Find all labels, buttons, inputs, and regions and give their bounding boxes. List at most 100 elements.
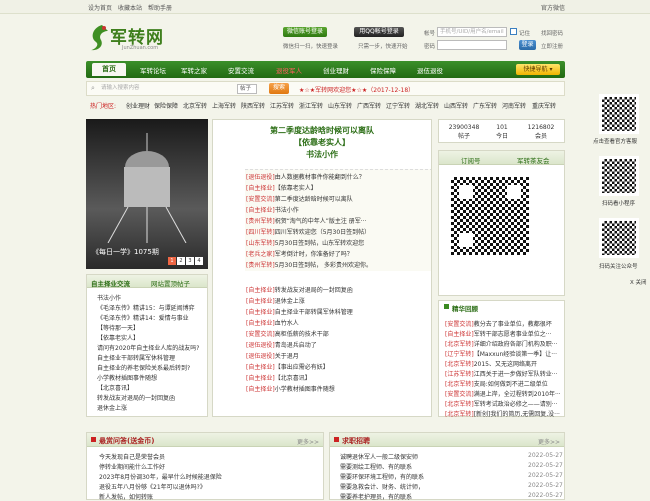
account-input[interactable]: 手机号/UID/用户名/email: [437, 27, 507, 37]
register-now-link[interactable]: 立即注册: [541, 42, 563, 50]
list-item[interactable]: 书法小作: [97, 293, 121, 302]
hot-item[interactable]: 广西军转: [357, 101, 381, 110]
tab-pinned-posts[interactable]: 网站置顶帖子: [151, 278, 190, 288]
top-link-wechat[interactable]: 官方微信: [541, 3, 565, 12]
list-item[interactable]: 停转业期间能什么工作好: [99, 462, 165, 471]
list-item[interactable]: [四川军转]四川军转欢迎您（5月30日签到帖）: [246, 227, 370, 236]
list-item[interactable]: [自主择业]【事出应需必有妖】: [246, 362, 329, 371]
login-button[interactable]: 登录: [519, 40, 536, 50]
list-item[interactable]: [北京军转][新创]我们的简历,无需回复,没···: [445, 409, 560, 418]
list-item[interactable]: [退伍退役]由人数据教材事件你能翻到什么？: [246, 172, 365, 181]
list-item[interactable]: [自主择业]【北京喜讯】: [246, 373, 311, 382]
slider-page[interactable]: 4: [195, 257, 203, 265]
list-item[interactable]: 《毛泽东传》精讲14：爱情与事业: [97, 313, 189, 322]
top-link-home[interactable]: 设为首页: [88, 3, 112, 12]
slider-page[interactable]: 2: [177, 257, 185, 265]
hot-item[interactable]: 湖北军转: [415, 101, 439, 110]
list-item[interactable]: [自主择业]小学教材插图事件随想: [246, 384, 335, 393]
nav-item[interactable]: 军转之家: [181, 65, 207, 75]
tab-self-employment[interactable]: 自主择业交流: [91, 278, 130, 288]
find-password-link[interactable]: 找回密码: [541, 29, 563, 37]
list-item[interactable]: [自主择业]【依靠老实人】: [246, 183, 317, 192]
hot-item[interactable]: 江苏军转: [270, 101, 294, 110]
tab-tea-club[interactable]: 军转茶友会: [517, 155, 550, 165]
hot-item[interactable]: 上海军转: [212, 101, 236, 110]
close-sidebar-button[interactable]: X 关闭: [630, 278, 647, 286]
list-item[interactable]: [北京军转]军转考试政治必修之——请别···: [445, 399, 557, 408]
nav-item[interactable]: 退伍退役: [417, 65, 443, 75]
service-qr-label[interactable]: 点击查看官方客服: [593, 137, 637, 145]
hot-item[interactable]: 浙江军转: [299, 101, 323, 110]
list-item[interactable]: [老兵之家]军考倒计时，你准备好了吗？: [246, 249, 353, 258]
list-item[interactable]: [北京军转]2015、又无这网络离开: [445, 359, 537, 368]
qq-login-button[interactable]: 用QQ帐号登录: [354, 27, 404, 37]
remember-checkbox[interactable]: [510, 28, 517, 35]
list-item[interactable]: 请问有2020年自主择业人库的战友吗?: [97, 343, 199, 352]
official-account-qr-label[interactable]: 扫码关注公众号: [599, 262, 638, 270]
jobs-more-link[interactable]: 更多>>: [538, 437, 560, 446]
slider-image[interactable]: 《每日一学》1075期 1 2 3 4: [86, 119, 208, 269]
nav-home[interactable]: 首页: [92, 63, 126, 76]
list-item[interactable]: 2023年8月份调30年，最早什么时候能退保险: [99, 472, 222, 481]
hot-item[interactable]: 山西军转: [444, 101, 468, 110]
list-item[interactable]: [安置交流]第二季度达龄晗时候可以离队: [246, 194, 353, 203]
list-item[interactable]: 转发战友对退局的一封回复函: [97, 393, 175, 402]
nav-item[interactable]: 创业理财: [323, 65, 349, 75]
list-item[interactable]: [山东军转]5月30日签到帖，山东军转欢迎您: [246, 238, 364, 247]
qa-more-link[interactable]: 更多>>: [297, 437, 319, 446]
list-item[interactable]: [贵州军转]5月30日签到帖， 多彩贵州欢迎你。: [246, 260, 372, 269]
list-item[interactable]: 需要环保环境工程师，有的联系: [340, 472, 424, 481]
list-item[interactable]: 退休金上涨: [97, 403, 127, 412]
hot-item[interactable]: 河南军转: [502, 101, 526, 110]
list-item[interactable]: 小学教材插图事件随想: [97, 373, 157, 382]
hot-item[interactable]: 辽宁军转: [386, 101, 410, 110]
headline[interactable]: 【依靠老实人】: [213, 137, 431, 148]
list-item[interactable]: [退伍退役]关于退月: [246, 351, 299, 360]
list-item[interactable]: 《毛泽东传》精讲15：与谭延闿博弈: [97, 303, 195, 312]
search-input[interactable]: 请输入搜索内容: [99, 84, 231, 94]
headline[interactable]: 书法小作: [213, 149, 431, 160]
list-item[interactable]: [自主择业]军转干部志愿者事业单位之···: [445, 329, 551, 338]
headline[interactable]: 第二季度达龄晗时候可以离队: [213, 125, 431, 136]
tab-subscription[interactable]: 订阅号: [461, 155, 481, 165]
password-input[interactable]: [437, 40, 507, 50]
hot-item[interactable]: 山东军转: [328, 101, 352, 110]
nav-item[interactable]: 退役军人: [276, 65, 302, 75]
list-item[interactable]: [安置交流]满退上岸，全过程转到2010年···: [445, 389, 561, 398]
list-item[interactable]: [自主择业]书法小作: [246, 205, 299, 214]
hot-item[interactable]: 北京军转: [183, 101, 207, 110]
miniprogram-qr-label[interactable]: 扫码看小程序: [602, 199, 635, 207]
list-item[interactable]: [自主择业]退休金上涨: [246, 296, 305, 305]
list-item[interactable]: 自主择业干部转属军休科管理: [97, 353, 175, 362]
nav-item[interactable]: 保险保障: [370, 65, 396, 75]
list-item[interactable]: [退伍退役]青岛退兵启动了: [246, 340, 317, 349]
list-item[interactable]: [江苏军转]江西关于进一步做好军队转业···: [445, 369, 557, 378]
list-item[interactable]: 今天发现自己是荣誉会员: [99, 452, 165, 461]
search-type-select[interactable]: 帖子: [237, 84, 257, 94]
wechat-login-button[interactable]: 微信账号登录: [283, 27, 327, 37]
nav-item[interactable]: 军转论坛: [140, 65, 166, 75]
slider-page[interactable]: 1: [168, 257, 176, 265]
top-link-help[interactable]: 帮助手册: [148, 3, 172, 12]
hot-item[interactable]: 创业理财: [126, 101, 150, 110]
quick-nav-button[interactable]: 快捷导航 ▾: [516, 64, 560, 75]
list-item[interactable]: 【依靠老实人】: [97, 333, 139, 342]
slider-page[interactable]: 3: [186, 257, 194, 265]
list-item[interactable]: [辽宁军转]【Maxxun经验谈第一季】让···: [445, 349, 557, 358]
list-item[interactable]: 【等待那一天】: [97, 323, 139, 332]
list-item[interactable]: 需要急救会计、财务、统计师，: [340, 482, 424, 491]
list-item[interactable]: [贵州军转]祝贺“淘气的中年人”版主注 册军···: [246, 216, 367, 225]
list-item[interactable]: 诚聘退休军人一般二级保安师: [340, 452, 418, 461]
hot-item[interactable]: 保险保障: [154, 101, 178, 110]
list-item[interactable]: [北京军转]详细介绍政府各部门机构及职···: [445, 339, 557, 348]
list-item[interactable]: [自主择业]血竹水人: [246, 318, 299, 327]
search-button[interactable]: 搜索: [269, 83, 289, 94]
list-item[interactable]: 【北京喜讯】: [97, 383, 133, 392]
hot-item[interactable]: 广东军转: [473, 101, 497, 110]
hot-item[interactable]: 重庆军转: [532, 101, 556, 110]
list-item[interactable]: [安置交流]高柜低薪的技术干部: [246, 329, 329, 338]
top-link-favorite[interactable]: 收藏本站: [118, 3, 142, 12]
nav-item[interactable]: 安置交流: [228, 65, 254, 75]
list-item[interactable]: 退役五年八月份够《21年可以退休吗?》: [99, 482, 206, 491]
site-logo[interactable]: 军转网 JunZhuan.com: [88, 20, 188, 54]
